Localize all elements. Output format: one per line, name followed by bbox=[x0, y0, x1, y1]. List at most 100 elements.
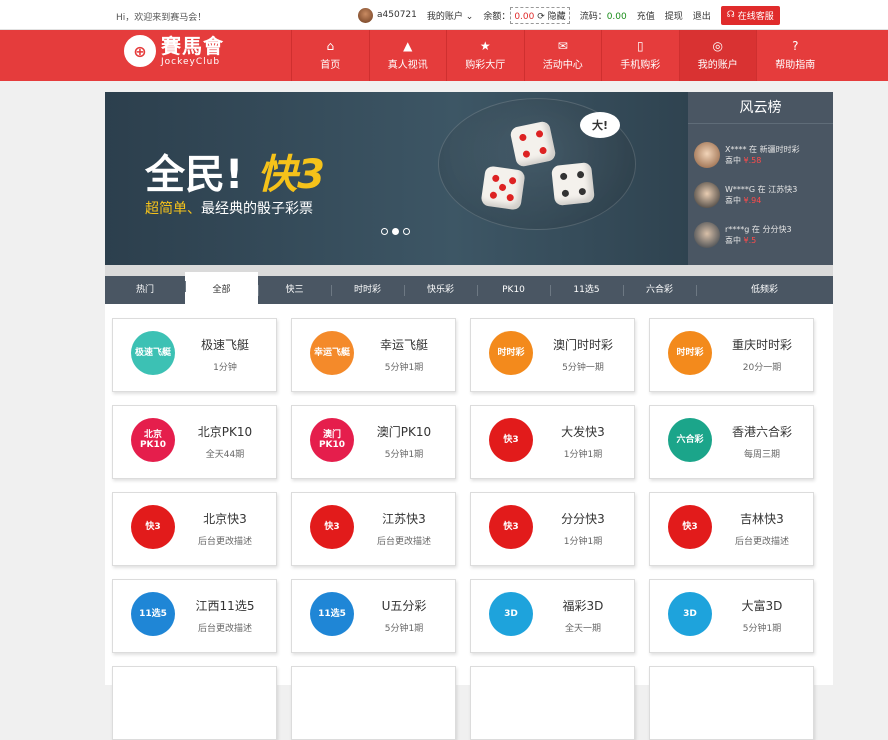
leaderboard: 风云榜 X**** 在 新疆时时彩 喜中 ¥.58 W****G 在 江苏快3 喜中 … bbox=[688, 92, 833, 265]
nav-item-label: 帮助指南 bbox=[775, 60, 816, 71]
online-service-button[interactable]: ☊ 在线客服 bbox=[720, 5, 780, 25]
game-name: 江西11选5 bbox=[195, 599, 255, 613]
game-card[interactable]: 3D 大富3D 5分钟1期 bbox=[649, 579, 814, 653]
star-icon: ★ bbox=[479, 39, 491, 53]
category-tabs: 热门 全部 快三 时时彩 快乐彩 PK10 11选5 六合彩 低频彩 bbox=[105, 272, 833, 304]
user-icon: ◎ bbox=[712, 39, 723, 53]
game-schedule: 1分钟 bbox=[213, 363, 237, 373]
tab-1[interactable]: 全部 bbox=[185, 272, 258, 304]
game-schedule: 后台更改描述 bbox=[734, 537, 789, 547]
nav-item-1[interactable]: ▲ 真人视讯 bbox=[368, 30, 447, 81]
account-menu[interactable]: 我的账户 ⌄ bbox=[427, 9, 473, 22]
chevron-down-icon: ⌄ bbox=[465, 11, 474, 22]
game-card[interactable]: 六合彩 香港六合彩 每周三期 bbox=[649, 405, 814, 479]
game-card[interactable]: 11选5 U五分彩 5分钟1期 bbox=[291, 579, 456, 653]
game-schedule: 每周三期 bbox=[743, 450, 780, 460]
game-logo-icon: 快3 bbox=[131, 505, 175, 549]
game-schedule: 5分钟1期 bbox=[384, 363, 424, 373]
game-card[interactable]: 快3 北京快3 后台更改描述 bbox=[112, 492, 277, 566]
banner-title-a: 全民! bbox=[145, 152, 244, 198]
speech-bubble: 大! bbox=[580, 112, 620, 138]
game-logo-icon: 澳门 PK10 bbox=[310, 418, 354, 462]
game-card[interactable]: 时时彩 重庆时时彩 20分一期 bbox=[649, 318, 814, 392]
banner-subtitle-b: 最经典的骰子彩票 bbox=[201, 201, 313, 217]
carousel-dot[interactable] bbox=[381, 228, 388, 235]
tab-6[interactable]: 11选5 bbox=[550, 276, 623, 304]
game-card[interactable]: 极速飞艇 极速飞艇 1分钟 bbox=[112, 318, 277, 392]
game-card[interactable]: 11选5 江西11选5 后台更改描述 bbox=[112, 579, 277, 653]
game-name: 福彩3D bbox=[562, 599, 604, 613]
game-card[interactable]: 快3 大发快3 1分钟1期 bbox=[470, 405, 635, 479]
nav-item-3[interactable]: ✉ 活动中心 bbox=[523, 30, 602, 81]
game-card[interactable]: 幸运飞艇 幸运飞艇 5分钟1期 bbox=[291, 318, 456, 392]
nav-item-0[interactable]: ⌂ 首页 bbox=[291, 30, 369, 81]
nav-item-5[interactable]: ◎ 我的账户 bbox=[678, 30, 756, 81]
rebate-label: 流码： bbox=[579, 11, 607, 22]
banner-carousel[interactable]: 全民! 快3 超简单、最经典的骰子彩票 大! bbox=[105, 92, 688, 265]
game-schedule: 1分钟1期 bbox=[563, 450, 603, 460]
top-bar: Hi，欢迎来到赛马会！ a450721 我的账户 ⌄ 余额： 0.00 ⟳ 隐藏 … bbox=[0, 0, 888, 30]
leaderboard-entry-text: W****G 在 江苏快3 bbox=[725, 185, 798, 194]
game-card[interactable]: 3D 福彩3D 全天一期 bbox=[470, 579, 635, 653]
leaderboard-entry-text: X**** 在 新疆时时彩 bbox=[725, 145, 800, 154]
game-card[interactable] bbox=[112, 666, 277, 740]
game-card[interactable]: 澳门 PK10 澳门PK10 5分钟1期 bbox=[291, 405, 456, 479]
nav-item-label: 活动中心 bbox=[542, 60, 583, 71]
carousel-dot[interactable] bbox=[403, 228, 410, 235]
game-schedule: 全天一期 bbox=[564, 624, 601, 634]
leaderboard-win-label: 喜中 bbox=[725, 236, 741, 245]
game-card[interactable]: 时时彩 澳门时时彩 5分钟一期 bbox=[470, 318, 635, 392]
game-schedule: 后台更改描述 bbox=[376, 537, 431, 547]
game-schedule: 后台更改描述 bbox=[197, 537, 252, 547]
tab-2[interactable]: 快三 bbox=[258, 276, 331, 304]
game-name: 北京快3 bbox=[203, 512, 247, 526]
game-card[interactable] bbox=[470, 666, 635, 740]
tab-5[interactable]: PK10 bbox=[477, 276, 550, 304]
withdraw-link[interactable]: 提现 bbox=[665, 9, 683, 22]
game-card[interactable] bbox=[291, 666, 456, 740]
tab-3[interactable]: 时时彩 bbox=[331, 276, 404, 304]
leaderboard-entry: W****G 在 江苏快3 喜中 ¥.94 bbox=[725, 184, 797, 206]
banner-title: 全民! 快3 bbox=[145, 142, 325, 200]
game-logo-icon: 11选5 bbox=[131, 592, 175, 636]
tab-4[interactable]: 快乐彩 bbox=[404, 276, 477, 304]
game-logo-icon: 快3 bbox=[489, 418, 533, 462]
balance: 余额： 0.00 ⟳ 隐藏 bbox=[483, 6, 570, 24]
die-icon bbox=[509, 120, 557, 168]
game-card[interactable]: 北京 PK10 北京PK10 全天44期 bbox=[112, 405, 277, 479]
recharge-link[interactable]: 充值 bbox=[637, 9, 655, 22]
refresh-icon[interactable]: ⟳ bbox=[537, 12, 545, 22]
game-card[interactable] bbox=[649, 666, 814, 740]
account-bar: a450721 我的账户 ⌄ 余额： 0.00 ⟳ 隐藏 流码：0.00 充值 提… bbox=[358, 5, 780, 25]
logo[interactable]: ⊕ 賽馬會 JockeyClub bbox=[124, 35, 224, 67]
help-icon: ? bbox=[792, 39, 799, 53]
nav-item-label: 购彩大厅 bbox=[465, 60, 506, 71]
tab-8[interactable]: 低频彩 bbox=[696, 276, 833, 304]
game-card[interactable]: 快3 分分快3 1分钟1期 bbox=[470, 492, 635, 566]
logo-subtext: JockeyClub bbox=[161, 57, 221, 67]
carousel-dot[interactable] bbox=[392, 228, 399, 235]
tab-7[interactable]: 六合彩 bbox=[623, 276, 696, 304]
leaderboard-amount: ¥.5 bbox=[743, 236, 757, 245]
game-name: 幸运飞艇 bbox=[379, 338, 428, 352]
game-card[interactable]: 快3 吉林快3 后台更改描述 bbox=[649, 492, 814, 566]
avatar bbox=[694, 142, 720, 168]
logout-link[interactable]: 退出 bbox=[693, 9, 711, 22]
game-name: 香港六合彩 bbox=[731, 425, 792, 439]
game-schedule: 后台更改描述 bbox=[197, 624, 252, 634]
game-name: U五分彩 bbox=[381, 599, 427, 613]
hide-balance-button[interactable]: 隐藏 bbox=[548, 12, 566, 22]
game-name: 北京PK10 bbox=[197, 425, 253, 439]
avatar[interactable] bbox=[358, 7, 373, 23]
nav-item-2[interactable]: ★ 购彩大厅 bbox=[446, 30, 524, 81]
leaderboard-win: 喜中 ¥.58 bbox=[725, 155, 800, 166]
nav-item-6[interactable]: ? 帮助指南 bbox=[756, 30, 834, 81]
leaderboard-entry-text: r****g 在 分分快3 bbox=[725, 225, 792, 234]
nav-item-label: 真人视讯 bbox=[387, 60, 428, 71]
logo-text: 賽馬會 bbox=[161, 34, 224, 58]
game-card[interactable]: 快3 江苏快3 后台更改描述 bbox=[291, 492, 456, 566]
banner-subtitle: 超简单、最经典的骰子彩票 bbox=[145, 198, 313, 218]
nav-item-4[interactable]: ▯ 手机购彩 bbox=[601, 30, 679, 81]
username: a450721 bbox=[377, 10, 417, 20]
tab-0[interactable]: 热门 bbox=[105, 276, 185, 304]
